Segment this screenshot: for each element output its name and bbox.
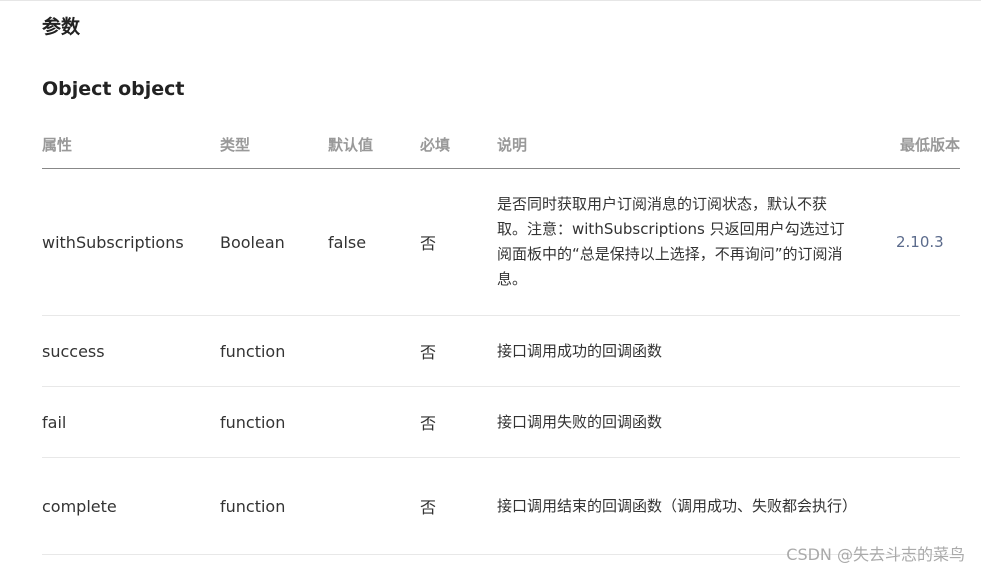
cell-version [866, 457, 960, 555]
cell-type: function [220, 386, 328, 458]
cell-type: function [220, 457, 328, 555]
cell-default [328, 457, 420, 555]
table-header-row: 属性 类型 默认值 必填 说明 最低版本 [42, 120, 960, 169]
cell-default: false [328, 168, 420, 316]
header-description: 说明 [497, 120, 866, 169]
cell-required: 否 [420, 386, 497, 458]
cell-description: 是否同时获取用户订阅消息的订阅状态，默认不获取。注意：withSubscript… [497, 168, 866, 316]
cell-name: complete [42, 457, 220, 555]
table-row: complete function 否 接口调用结束的回调函数（调用成功、失败都… [42, 457, 960, 555]
cell-name: withSubscriptions [42, 168, 220, 316]
cell-version: 2.10.3 [866, 168, 960, 316]
cell-description: 接口调用失败的回调函数 [497, 386, 866, 458]
parameter-table: 属性 类型 默认值 必填 说明 最低版本 withSubscriptions B… [42, 120, 960, 555]
cell-description: 接口调用结束的回调函数（调用成功、失败都会执行） [497, 457, 866, 555]
cell-type: function [220, 315, 328, 387]
table-row: withSubscriptions Boolean false 否 是否同时获取… [42, 168, 960, 316]
table-row: fail function 否 接口调用失败的回调函数 [42, 386, 960, 458]
header-type: 类型 [220, 120, 328, 169]
cell-description: 接口调用成功的回调函数 [497, 315, 866, 387]
cell-default [328, 315, 420, 387]
header-min-version: 最低版本 [866, 120, 960, 169]
cell-default [328, 386, 420, 458]
object-title: Object object [42, 78, 185, 100]
header-attribute: 属性 [42, 120, 220, 169]
table-row: success function 否 接口调用成功的回调函数 [42, 315, 960, 387]
cell-required: 否 [420, 457, 497, 555]
section-title: 参数 [42, 16, 81, 38]
header-required: 必填 [420, 120, 497, 169]
cell-version [866, 315, 960, 387]
header-default: 默认值 [328, 120, 420, 169]
top-divider [0, 0, 981, 1]
cell-version [866, 386, 960, 458]
cell-name: fail [42, 386, 220, 458]
csdn-watermark: CSDN @失去斗志的菜鸟 [786, 545, 965, 564]
cell-required: 否 [420, 315, 497, 387]
cell-required: 否 [420, 168, 497, 316]
cell-type: Boolean [220, 168, 328, 316]
cell-name: success [42, 315, 220, 387]
